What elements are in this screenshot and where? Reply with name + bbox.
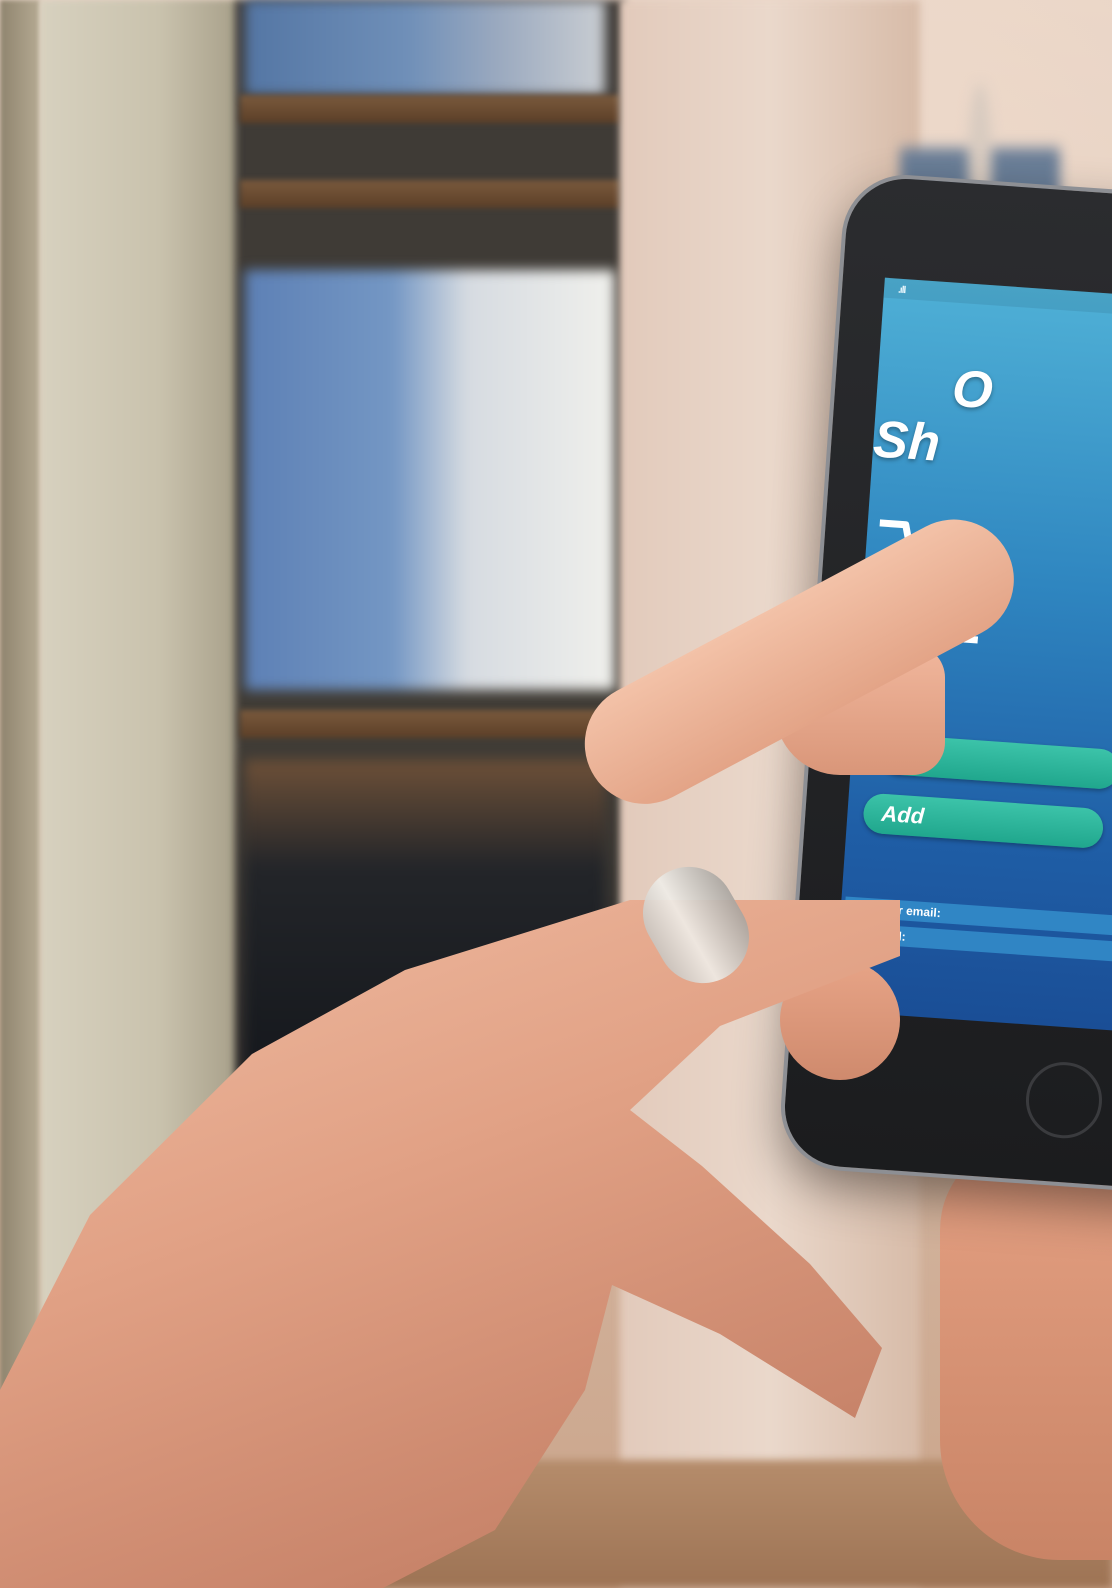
hanging-shirts [245, 270, 615, 690]
wooden-shelf [240, 180, 620, 208]
wooden-shelf [240, 710, 620, 738]
status-bar: .ıll [883, 277, 1112, 331]
add-button[interactable]: Add [862, 792, 1105, 850]
right-hand-palm [940, 1140, 1112, 1560]
app-title-line1: O [950, 359, 995, 421]
app-title: O Sh [872, 355, 1112, 473]
signal-icon: .ıll [897, 284, 906, 297]
app-title-line2: Sh [871, 410, 942, 473]
wooden-shelf [240, 95, 620, 123]
folded-shirts [245, 0, 605, 95]
home-button [1023, 1059, 1105, 1141]
photo-scene: .ıll O Sh Ch Add Phone or email: Passwor… [0, 0, 1112, 1588]
